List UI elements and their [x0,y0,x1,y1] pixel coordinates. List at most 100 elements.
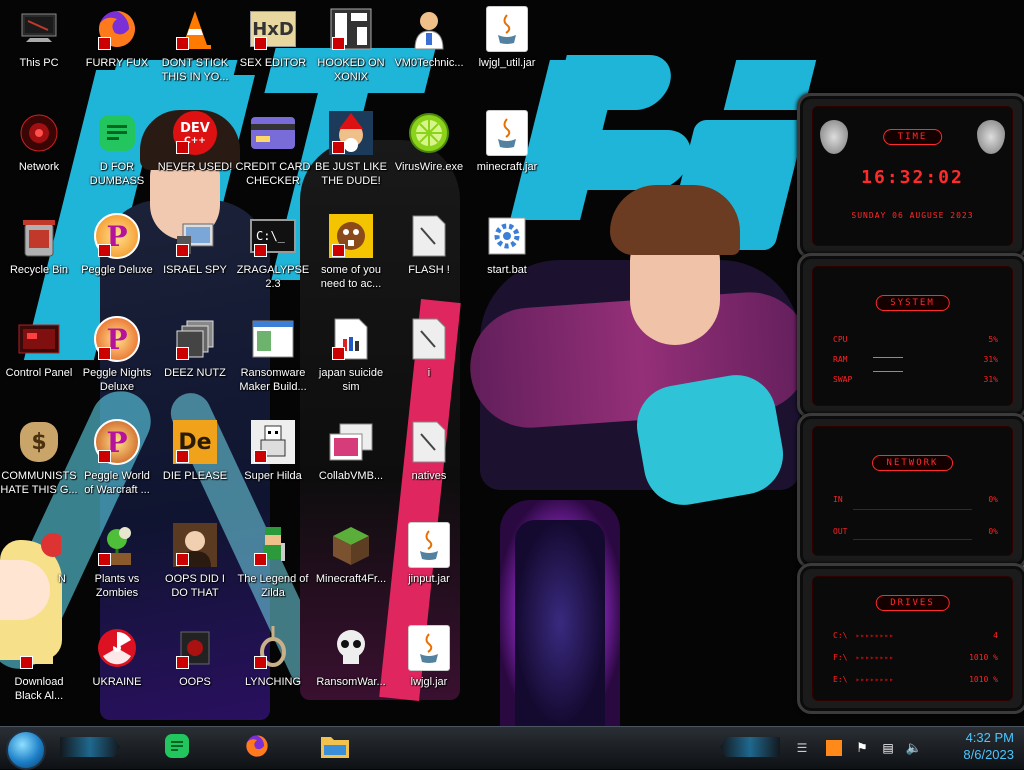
icon-label: ISRAEL SPY [163,264,227,276]
desktop-icon-this-pc[interactable]: This PC [0,0,78,100]
desktop-icon-hooked-on-xonix[interactable]: HOOKED ON XONIX [312,0,390,100]
desktop-icon-viruswire[interactable]: VirusWire.exe [390,104,468,204]
system-gadget[interactable]: SYSTEM CPU 5% RAM 31% SWAP 31% [797,253,1024,419]
taskbar-file-explorer[interactable] [318,731,352,765]
taskbar: ☰ ⚑ ▤ 🔈 4:32 PM 8/6/2023 [0,726,1024,770]
desktop-icon-n[interactable]: N [0,516,78,616]
desktop-icon-sex-editor[interactable]: HxD SEX EDITOR [234,0,312,100]
desktop-icon-minecraft-jar[interactable]: minecraft.jar [468,104,546,204]
shortcut-mark-icon [176,553,189,566]
icon-label: OOPS DID I DO THAT [165,573,225,599]
icon-label: minecraft.jar [476,161,538,173]
desktop-icon-lwjgl-jar[interactable]: lwjgl.jar [390,619,468,719]
desktop-icon-be-just-like-the-dude[interactable]: BE JUST LIKE THE DUDE! [312,104,390,204]
time-gadget[interactable]: TIME 16:32:02 SUNDAY 06 AUGUSE 2023 [797,93,1024,259]
swap-graph-line [873,371,903,372]
desktop-icon-credit-card-checker[interactable]: CREDIT CARD CHECKER [234,104,312,204]
icon-label: DEEZ NUTZ [164,367,226,379]
icon-label: FURRY FUX [85,57,149,69]
desktop-icon-peggle-wow[interactable]: P Peggle World of Warcraft ... [78,413,156,513]
tray-show-hidden[interactable]: ☰ [790,731,814,765]
desktop-icon-jinput-jar[interactable]: jinput.jar [390,516,468,616]
desktop-icon-communists[interactable]: $ COMMUNISTS HATE THIS G... [0,413,78,513]
desktop-icon-ukraine[interactable]: UKRAINE [78,619,156,719]
drives-gadget[interactable]: DRIVES C:\ ▸▸▸▸▸▸▸▸ 4 F:\ ▸▸▸▸▸▸▸▸ 1010 % E:… [797,563,1024,714]
money-bag-icon: $ [16,419,62,465]
vm-window-icon [328,419,374,465]
spy-monitor-icon [172,213,218,259]
desktop-icon-download-black-al[interactable]: Download Black Al... [0,619,78,719]
desktop-icon-die-please[interactable]: De DIE PLEASE [156,413,234,513]
chat-document-icon [94,110,140,156]
desktop-icon-furry-fux[interactable]: FURRY FUX [78,0,156,100]
tray-volume[interactable]: 🔈 [902,731,926,765]
recycle-bin-icon [16,213,62,259]
desktop-icon-never-used[interactable]: DEV C++ NEVER USED! [156,104,234,204]
radiation-icon [94,625,140,671]
desktop-icon-natives[interactable]: natives [390,413,468,513]
taskbar-firefox[interactable] [240,731,274,765]
icon-label: FLASH ! [408,264,450,276]
portrait-icon [172,522,218,568]
desktop-icon-plants-vs-zombies[interactable]: Plants vs Zombies [78,516,156,616]
network-tray-icon: ▤ [882,741,894,755]
desktop-icon-network[interactable]: Network [0,104,78,204]
desktop-icon-d-for-dumbass[interactable]: D FOR DUMBASS [78,104,156,204]
icon-label: Download Black Al... [14,676,64,702]
clock-date: 8/6/2023 [963,747,1014,762]
desktop-icon-minecraft4fr[interactable]: Minecraft4Fr... [312,516,390,616]
start-button[interactable] [6,730,46,770]
desktop-icon-i[interactable]: i [390,310,468,410]
desktop-icon-peggle-nights[interactable]: P Peggle Nights Deluxe [78,310,156,410]
icon-label: Recycle Bin [9,264,69,276]
desktop-icon-japan-suicide-sim[interactable]: japan suicide sim [312,310,390,410]
system-gadget-title: SYSTEM [875,295,950,311]
desktop-icon-lynching[interactable]: LYNCHING [234,619,312,719]
tray-action-center[interactable]: ⚑ [850,731,874,765]
pixel-character-icon [250,419,296,465]
desktop-icon-ransomware-maker[interactable]: Ransomware Maker Build... [234,310,312,410]
desktop-icon-lwjgl-util-jar[interactable]: lwjgl_util.jar [468,0,546,100]
icon-label: HOOKED ON XONIX [317,57,385,83]
de-app-icon: De [172,419,218,465]
desktop-icon-start-bat[interactable]: start.bat [468,207,546,307]
desktop-icon-zragalypse[interactable]: C:\_ ZRAGALYPSE 2.3 [234,207,312,307]
desktop-icon-some-of-you[interactable]: some of you need to ac... [312,207,390,307]
desktop-icon-peggle-deluxe[interactable]: P Peggle Deluxe [78,207,156,307]
icon-label: ZRAGALYPSE 2.3 [236,264,310,290]
shortcut-mark-icon [332,244,345,257]
batch-file-gear-icon [484,213,530,259]
computer-icon [16,6,62,52]
desktop-icon-control-panel[interactable]: Control Panel [0,310,78,410]
desktop-icon-legend-of-zilda[interactable]: The Legend of Zilda [234,516,312,616]
desktop-icon-vm0technic[interactable]: VM0Technic... [390,0,468,100]
icon-label: Peggle World of Warcraft ... [84,470,150,496]
tray-app[interactable] [822,731,846,765]
icon-label: i [427,367,431,379]
desktop-icon-deez-nutz[interactable]: DEEZ NUTZ [156,310,234,410]
icon-label: Control Panel [5,367,73,379]
drive-f-row: F:\ ▸▸▸▸▸▸▸▸ 1010 % [833,653,998,662]
icon-label: natives [411,470,447,482]
desktop-icon-flash[interactable]: FLASH ! [390,207,468,307]
desktop-icon-recycle-bin[interactable]: Recycle Bin [0,207,78,307]
desktop-icon-israel-spy[interactable]: ISRAEL SPY [156,207,234,307]
desktop-icon-dont-stick[interactable]: DONT STICK THIS IN YO... [156,0,234,100]
tray-app-icon [826,740,842,756]
desktop-icon-super-hilda[interactable]: Super Hilda [234,413,312,513]
taskbar-clock[interactable]: 4:32 PM 8/6/2023 [963,729,1014,763]
taskbar-chat-app[interactable] [160,731,194,765]
time-gadget-date: SUNDAY 06 AUGUSE 2023 [851,211,974,220]
shortcut-mark-icon [254,450,267,463]
desktop-icon-oops-did-i-do-that[interactable]: OOPS DID I DO THAT [156,516,234,616]
drives-gadget-title: DRIVES [875,595,950,611]
shortcut-mark-icon [176,450,189,463]
taskbar-right-ornament [720,737,780,757]
icon-label: DIE PLEASE [162,470,228,482]
network-gadget[interactable]: NETWORK IN 0% OUT 0% [797,413,1024,569]
beaver-icon [328,213,374,259]
desktop-icon-oops[interactable]: OOPS [156,619,234,719]
tray-network[interactable]: ▤ [876,731,900,765]
desktop-icon-ransomwar[interactable]: RansomWar... [312,619,390,719]
desktop-icon-collabvmb[interactable]: CollabVMB... [312,413,390,513]
